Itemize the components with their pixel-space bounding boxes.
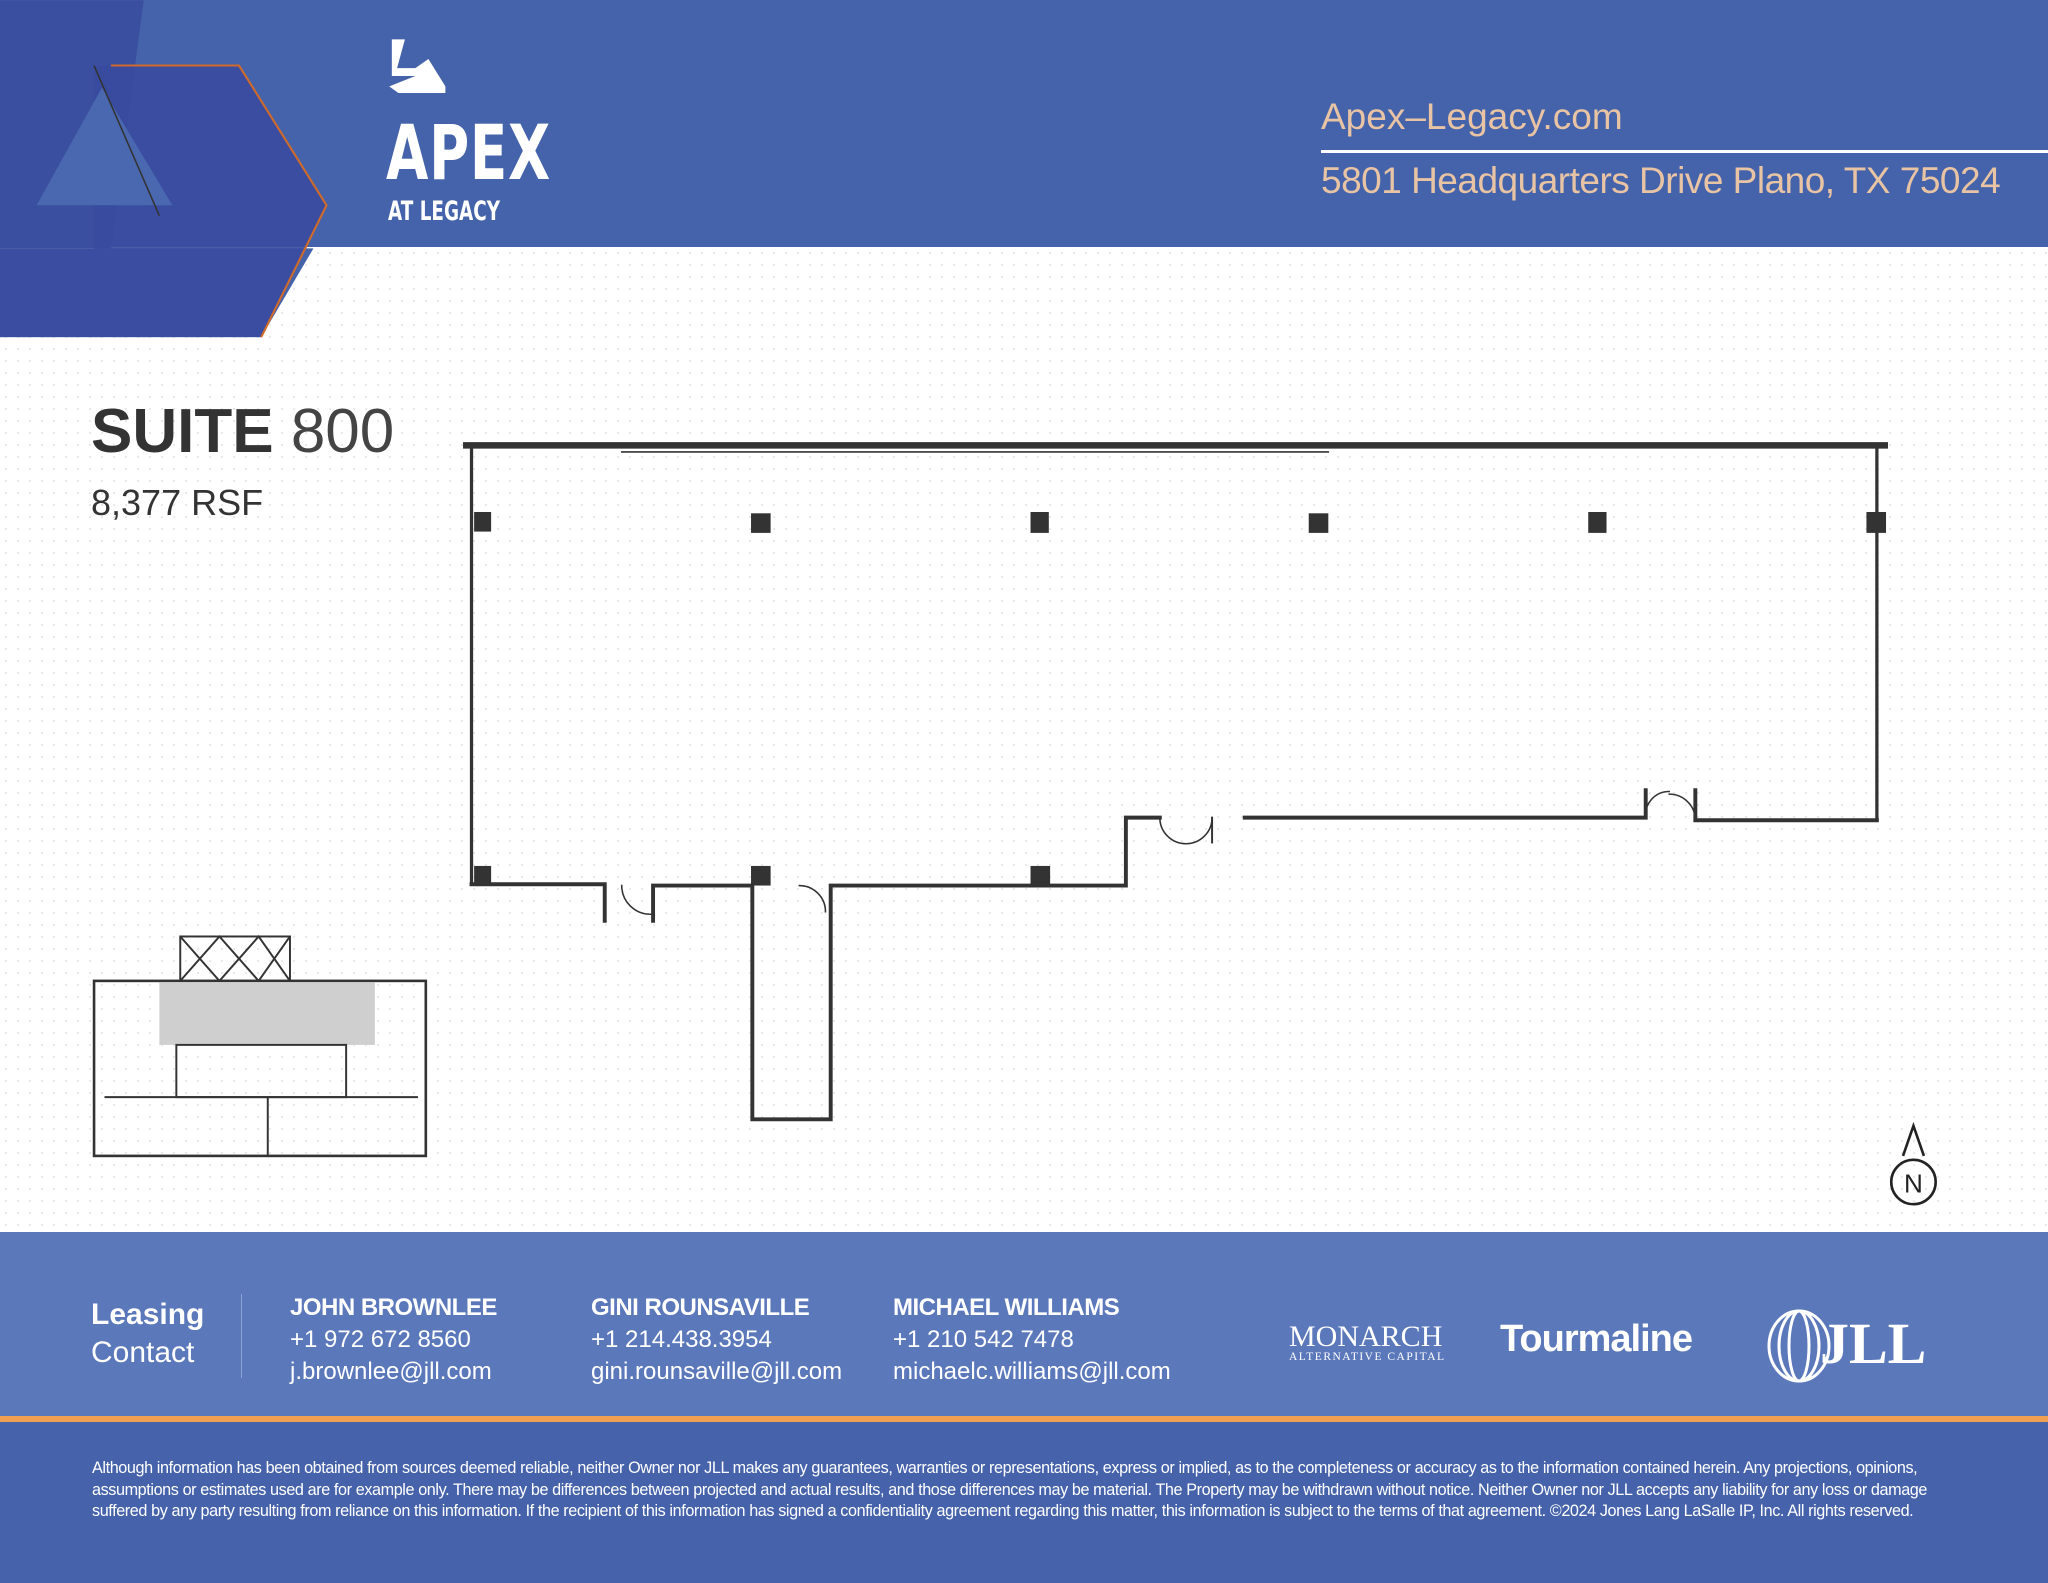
disclaimer-band: Although information has been obtained f… [0,1422,2048,1583]
contact-name: GINI ROUNSAVILLE [591,1294,810,1321]
columns [474,511,1887,886]
divider [241,1294,242,1378]
leasing-heading: Leasing [91,1298,205,1331]
contact-name: JOHN BROWNLEE [290,1294,497,1321]
contact-person: MICHAEL WILLIAMS +1 210 542 7478 michael… [893,1292,1171,1388]
contact-name: MICHAEL WILLIAMS [893,1294,1120,1321]
contact-email[interactable]: michaelc.williams@jll.com [893,1356,1171,1388]
compass-label: N [1904,1168,1923,1198]
disclaimer-text: Although information has been obtained f… [92,1459,1928,1520]
contact-person: JOHN BROWNLEE +1 972 672 8560 j.brownlee… [290,1292,497,1388]
monarch-logo-subtitle: ALTERNATIVE CAPITAL [1289,1351,1446,1363]
jll-logo: JLL [1820,1311,1927,1376]
contact-heading: Contact [91,1336,195,1369]
contact-phone[interactable]: +1 210 542 7478 [893,1324,1171,1356]
contact-email[interactable]: j.brownlee@jll.com [290,1356,497,1388]
tourmaline-logo: Tourmaline [1500,1318,1693,1360]
contact-phone[interactable]: +1 972 672 8560 [290,1324,497,1356]
contact-band: Leasing Contact JOHN BROWNLEE +1 972 672… [0,1232,2048,1417]
contact-phone[interactable]: +1 214.438.3954 [591,1324,842,1356]
contact-person: GINI ROUNSAVILLE +1 214.438.3954 gini.ro… [591,1292,842,1388]
monarch-logo: MONARCH [1289,1320,1443,1353]
key-plan-thumbnail [92,934,428,1158]
contact-email[interactable]: gini.rounsaville@jll.com [591,1356,842,1388]
